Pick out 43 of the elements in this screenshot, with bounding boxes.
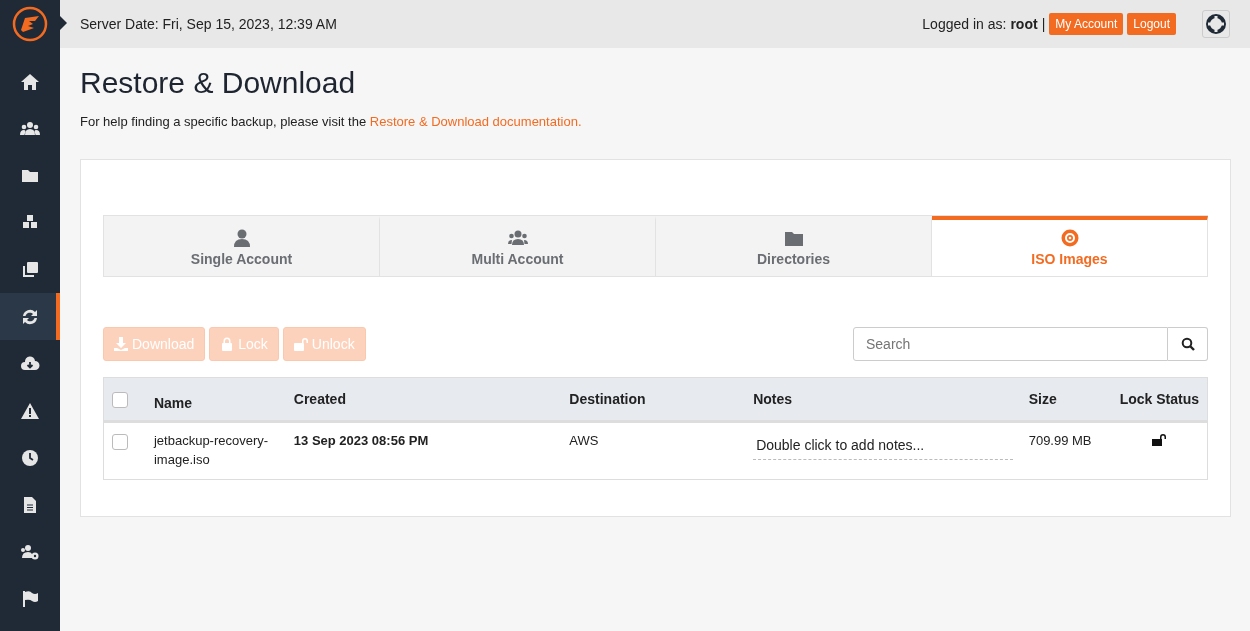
header-button[interactable]: My Account [1049,13,1124,35]
documentation-link[interactable]: Restore & Download documentation. [369,114,582,129]
username: root [1010,16,1038,32]
flag-icon [20,588,40,609]
user-icon [231,229,252,247]
tab[interactable]: ISO Images [932,216,1208,276]
help-text: For help finding a specific backup, please visit the Restore & Download documentation. [80,114,583,129]
home-icon [20,71,40,92]
search-icon [1180,337,1195,351]
clock-icon [20,447,40,468]
download-icon [114,337,128,351]
notes-field[interactable]: Double click to add notes... [753,433,1013,460]
sidebar-item[interactable] [0,293,60,340]
logo-icon[interactable] [12,6,48,42]
logged-in-label: Logged in as: [922,16,1007,32]
table-cell: jetbackup-recovery-image.iso [153,433,269,467]
select-all-checkbox[interactable] [112,391,128,408]
row-checkbox[interactable] [112,433,128,450]
column-header[interactable]: Destination [569,391,646,407]
separator: | [1041,16,1046,32]
page-title: Restore & Download [80,66,357,100]
lock-icon [220,337,235,351]
tab[interactable]: Single Account [104,216,380,276]
column-header[interactable]: Notes [753,391,793,407]
header-button[interactable]: Logout [1127,13,1176,35]
search-button[interactable] [1168,327,1208,361]
disc-icon [1059,229,1080,247]
column-header[interactable]: Name [153,394,193,411]
users-icon [507,229,528,247]
column-header[interactable]: Created [293,391,346,407]
help-button[interactable] [1202,10,1230,38]
search-field[interactable]: Search [853,327,1168,361]
table-cell: 13 Sep 2023 08:56 PM [293,433,429,448]
tab[interactable]: Multi Account [380,216,656,276]
column-header[interactable]: Lock Status [1119,391,1199,407]
column-header[interactable]: Size [1028,391,1057,407]
table-cell: AWS [569,433,599,448]
folder-icon [783,229,804,247]
table-cell: 709.99 MB [1028,433,1092,448]
unlock-icon [293,337,308,351]
tab[interactable]: Directories [656,216,932,276]
copy-icon [20,259,40,280]
server-date: Server Date: Fri, Sep 15, 2023, 12:39 AM [80,16,337,32]
